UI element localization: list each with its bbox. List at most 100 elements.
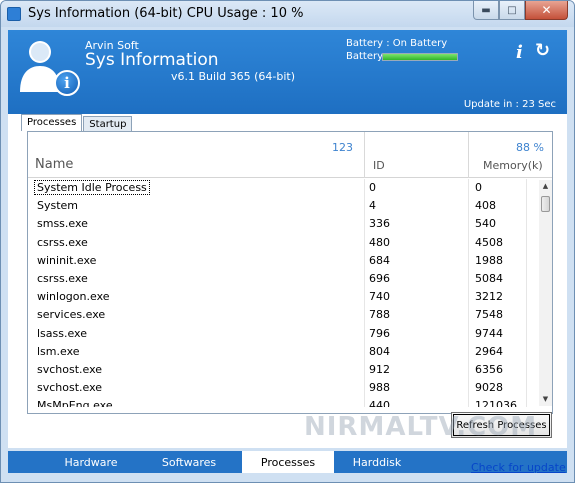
battery-level-bar <box>382 53 458 61</box>
table-row[interactable]: smss.exe 336 540 <box>28 215 540 234</box>
battery-label: Battery <box>346 51 384 62</box>
table-row[interactable]: svchost.exe 988 9028 <box>28 379 540 398</box>
row-separator <box>364 288 365 307</box>
process-name-cell: winlogon.exe <box>37 290 110 304</box>
maximize-icon: □ <box>507 4 517 16</box>
row-separator <box>468 233 469 252</box>
process-memory-cell: 6356 <box>475 362 503 376</box>
process-list[interactable]: System Idle Process 0 0 System 4 408 smss.exe 3… <box>28 179 540 407</box>
process-id-cell: 804 <box>369 344 390 358</box>
table-row[interactable]: services.exe 788 7548 <box>28 306 540 325</box>
scroll-down-icon[interactable]: ▼ <box>539 393 552 406</box>
process-memory-cell: 3212 <box>475 290 503 304</box>
table-row[interactable]: csrss.exe 696 5084 <box>28 269 540 289</box>
process-id-cell: 440 <box>369 399 390 407</box>
product-name: Sys Information <box>85 50 219 70</box>
row-separator <box>468 288 469 307</box>
process-name-cell: wininit.exe <box>37 253 97 267</box>
nav-hardware[interactable]: Hardware <box>48 451 134 473</box>
process-memory-cell: 9744 <box>475 326 503 340</box>
row-separator <box>364 251 365 270</box>
row-separator <box>468 215 469 234</box>
row-separator <box>468 197 469 216</box>
process-name-cell: csrss.exe <box>37 271 88 285</box>
close-button[interactable]: ✕ <box>525 1 568 20</box>
column-separator <box>468 132 469 178</box>
tab-startup[interactable]: Startup <box>83 116 133 131</box>
nav-harddisk[interactable]: Harddisk <box>334 451 420 473</box>
row-separator <box>526 306 527 325</box>
row-separator <box>526 269 527 289</box>
process-id-cell: 4 <box>369 199 376 213</box>
title-bar[interactable]: Sys Information (64-bit) CPU Usage : 10 … <box>1 1 574 27</box>
process-name-cell: services.exe <box>37 308 106 322</box>
row-separator <box>526 251 527 270</box>
process-name-cell: lsass.exe <box>37 326 87 340</box>
about-icon[interactable]: i <box>516 42 523 63</box>
table-row[interactable]: System Idle Process 0 0 <box>28 179 540 198</box>
process-id-cell: 740 <box>369 290 390 304</box>
process-id-cell: 480 <box>369 235 390 249</box>
table-row[interactable]: lsm.exe 804 2964 <box>28 342 540 361</box>
table-row[interactable]: svchost.exe 912 6356 <box>28 360 540 380</box>
table-row[interactable]: MsMpEng.exe 440 121036 <box>28 397 540 407</box>
process-name-cell: System Idle Process <box>34 180 150 195</box>
refresh-icon[interactable]: ↻ <box>535 40 550 61</box>
row-separator <box>364 342 365 361</box>
column-header-name[interactable]: Name <box>35 157 73 172</box>
row-separator <box>468 397 469 407</box>
process-memory-cell: 2964 <box>475 344 503 358</box>
row-separator <box>526 179 527 198</box>
table-row[interactable]: winlogon.exe 740 3212 <box>28 288 540 307</box>
process-memory-cell: 408 <box>475 199 496 213</box>
table-row[interactable]: wininit.exe 684 1988 <box>28 251 540 270</box>
row-separator <box>526 379 527 398</box>
row-separator <box>364 324 365 343</box>
check-for-update-link[interactable]: Check for update <box>471 461 566 474</box>
vertical-scrollbar[interactable]: ▲ ▼ <box>539 180 552 406</box>
scroll-thumb[interactable] <box>541 196 550 212</box>
nav-processes[interactable]: Processes <box>242 451 334 473</box>
scroll-up-icon[interactable]: ▲ <box>539 180 552 193</box>
row-separator <box>364 179 365 198</box>
tab-processes[interactable]: Processes <box>21 114 83 131</box>
processes-panel: 123 88 % Name ID Memory(k) System Idle P… <box>27 131 553 414</box>
row-separator <box>468 251 469 270</box>
row-separator <box>364 233 365 252</box>
table-row[interactable]: lsass.exe 796 9744 <box>28 324 540 343</box>
row-separator <box>526 360 527 380</box>
nav-softwares[interactable]: Softwares <box>146 451 232 473</box>
row-separator <box>468 324 469 343</box>
process-id-cell: 336 <box>369 217 390 231</box>
process-name-cell: MsMpEng.exe <box>37 399 113 407</box>
process-memory-cell: 9028 <box>475 381 503 395</box>
row-separator <box>468 306 469 325</box>
row-separator <box>364 215 365 234</box>
window-controls: ▬ □ ✕ <box>473 1 568 21</box>
row-separator <box>364 197 365 216</box>
table-row[interactable]: csrss.exe 480 4508 <box>28 233 540 252</box>
process-id-cell: 788 <box>369 308 390 322</box>
row-separator <box>468 179 469 198</box>
update-countdown: Update in : 23 Sec <box>463 99 556 110</box>
info-badge-icon: i <box>54 70 80 96</box>
process-id-cell: 0 <box>369 181 376 194</box>
window-title: Sys Information (64-bit) CPU Usage : 10 … <box>28 6 304 21</box>
process-name-cell: csrss.exe <box>37 235 88 249</box>
close-icon: ✕ <box>541 3 552 17</box>
battery-level-fill <box>383 54 457 60</box>
column-header-memory[interactable]: Memory(k) <box>483 159 543 172</box>
minimize-button[interactable]: ▬ <box>473 1 499 20</box>
process-id-cell: 912 <box>369 362 390 376</box>
row-separator <box>468 269 469 289</box>
memory-percent: 88 % <box>516 141 544 154</box>
row-separator <box>526 397 527 407</box>
table-row[interactable]: System 4 408 <box>28 197 540 216</box>
row-separator <box>364 306 365 325</box>
process-memory-cell: 7548 <box>475 308 503 322</box>
app-header: i Arvin Soft Sys Information v6.1 Build … <box>8 30 567 114</box>
process-id-cell: 696 <box>369 271 390 285</box>
column-header-id[interactable]: ID <box>373 159 385 172</box>
maximize-button[interactable]: □ <box>499 1 525 20</box>
process-name-cell: svchost.exe <box>37 381 103 395</box>
